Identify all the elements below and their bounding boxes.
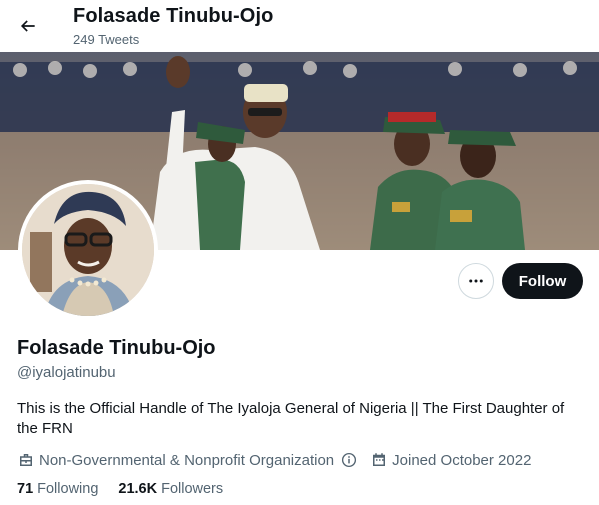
profile-meta: Non-Governmental & Nonprofit Organizatio… <box>17 450 531 470</box>
profile-avatar[interactable] <box>18 180 158 320</box>
more-icon <box>469 279 483 283</box>
follow-button[interactable]: Follow <box>502 263 583 299</box>
info-icon[interactable] <box>340 451 358 469</box>
followers-label: Followers <box>161 481 224 497</box>
back-arrow-icon <box>20 20 35 32</box>
joined-date: Joined October 2022 <box>392 451 532 469</box>
profile-stats: 71 Following 21.6K Followers <box>17 481 223 497</box>
profile-category: Non-Governmental & Nonprofit Organizatio… <box>39 451 335 469</box>
top-bar: Folasade Tinubu-Ojo 249 Tweets <box>0 0 599 52</box>
tweet-count: 249 Tweets <box>73 32 140 47</box>
profile-name: Folasade Tinubu-Ojo <box>17 337 216 359</box>
following-link[interactable]: 71 Following <box>17 481 98 497</box>
following-label: Following <box>37 481 99 497</box>
back-button[interactable] <box>11 9 45 43</box>
profile-handle: @iyalojatinubu <box>17 364 116 381</box>
followers-count: 21.6K <box>118 481 158 497</box>
profile-bio: This is the Official Handle of The Iyalo… <box>17 400 565 437</box>
calendar-icon <box>370 451 388 469</box>
briefcase-icon <box>17 451 35 469</box>
avatar <box>22 184 154 316</box>
more-options-button[interactable] <box>458 263 494 299</box>
following-count: 71 <box>17 481 34 497</box>
header-title: Folasade Tinubu-Ojo <box>73 5 274 27</box>
followers-link[interactable]: 21.6K Followers <box>118 481 223 497</box>
